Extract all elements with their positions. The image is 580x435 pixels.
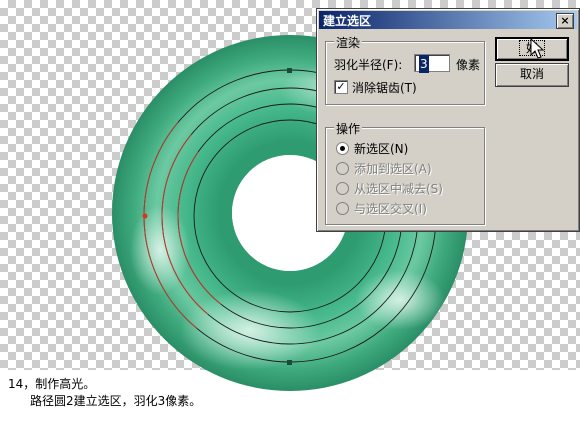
radio-intersect-selection[interactable] xyxy=(336,202,349,215)
cancel-button[interactable]: 取消 xyxy=(495,63,569,87)
operation-group: 操作 新选区(N) 添加到选区(A) 从选区中减去(S) 与选区交叉(I) xyxy=(325,120,485,225)
close-button[interactable]: × xyxy=(556,13,574,29)
radio-selected-dot-icon xyxy=(340,146,345,151)
antialias-checkbox[interactable]: ✓ xyxy=(334,80,348,94)
dialog-title: 建立选区 xyxy=(323,14,372,28)
feather-radius-value: 3 xyxy=(419,55,429,73)
check-mark-icon: ✓ xyxy=(336,80,346,93)
operation-group-label: 操作 xyxy=(334,120,363,137)
anchor-bottom xyxy=(287,360,292,365)
antialias-label[interactable]: 消除锯齿(T) xyxy=(352,79,417,96)
anchor-left xyxy=(142,213,148,219)
option-subtract-from-selection[interactable]: 从选区中减去(S) xyxy=(354,180,443,197)
caption-line-2: 路径圆2建立选区，羽化3像素。 xyxy=(30,394,202,408)
option-intersect-selection[interactable]: 与选区交叉(I) xyxy=(354,200,427,217)
anchor-top xyxy=(287,68,292,73)
radio-new-selection[interactable] xyxy=(336,142,349,155)
feather-unit-label: 像素 xyxy=(456,58,481,72)
render-group: 渲染 羽化半径(F): 3 像素 ✓ 消除锯齿(T) xyxy=(325,34,485,105)
radio-subtract-from-selection[interactable] xyxy=(336,182,349,195)
caption-line-1: 14，制作高光。 xyxy=(8,377,96,391)
render-group-label: 渲染 xyxy=(334,34,363,51)
feather-radius-input[interactable]: 3 xyxy=(414,54,450,73)
dialog-titlebar[interactable]: 建立选区 × xyxy=(319,11,577,29)
option-add-to-selection[interactable]: 添加到选区(A) xyxy=(354,160,432,177)
tutorial-caption: 14，制作高光。 路径圆2建立选区，羽化3像素。 xyxy=(8,376,201,410)
mouse-pointer-icon xyxy=(530,38,545,59)
option-new-selection[interactable]: 新选区(N) xyxy=(354,140,408,157)
feather-radius-label: 羽化半径(F): xyxy=(334,58,403,72)
radio-add-to-selection[interactable] xyxy=(336,162,349,175)
